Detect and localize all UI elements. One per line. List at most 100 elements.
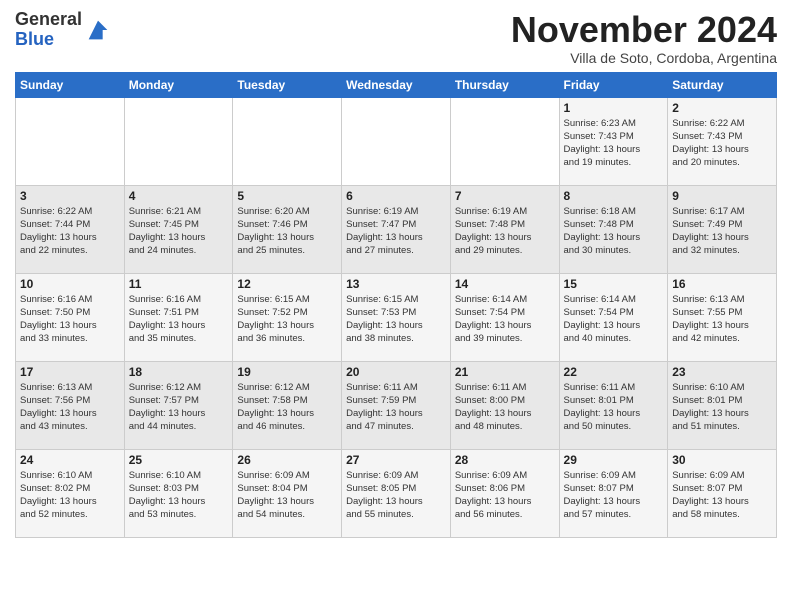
calendar-cell: 7Sunrise: 6:19 AM Sunset: 7:48 PM Daylig… <box>450 185 559 273</box>
day-info: Sunrise: 6:16 AM Sunset: 7:51 PM Dayligh… <box>129 293 229 346</box>
calendar-cell: 19 Sunrise: 6:12 AM Sunset: 7:58 PM Dayli… <box>233 361 342 449</box>
day-info: Sunrise: 6:10 AM Sunset: 8:03 PM Dayligh… <box>129 469 229 522</box>
day-info: Sunrise: 6:21 AM Sunset: 7:45 PM Dayligh… <box>129 205 229 258</box>
day-number: 28 <box>455 453 555 467</box>
day-info: Sunrise: 6:12 AM Sunset: 7:57 PM Dayligh… <box>129 381 229 434</box>
calendar-cell: 5 Sunrise: 6:20 AM Sunset: 7:46 PM Daylig… <box>233 185 342 273</box>
day-number: 30 <box>672 453 772 467</box>
day-info: Sunrise: 6:12 AM Sunset: 7:58 PM Dayligh… <box>237 381 337 434</box>
day-number: 1 <box>564 101 664 115</box>
calendar-cell: 17 Sunrise: 6:13 AM Sunset: 7:56 PM Dayli… <box>16 361 125 449</box>
calendar-cell: 14Sunrise: 6:14 AM Sunset: 7:54 PM Dayli… <box>450 273 559 361</box>
calendar-cell: 2Sunrise: 6:22 AM Sunset: 7:43 PM Daylig… <box>668 97 777 185</box>
day-info: Sunrise: 6:15 AM Sunset: 7:52 PM Dayligh… <box>237 293 337 346</box>
week-row-1: 1 Sunrise: 6:23 AM Sunset: 7:43 PM Daylig… <box>16 97 777 185</box>
day-number: 27 <box>346 453 446 467</box>
calendar-cell: 20 Sunrise: 6:11 AM Sunset: 7:59 PM Dayli… <box>342 361 451 449</box>
day-number: 9 <box>672 189 772 203</box>
calendar-cell: 21 Sunrise: 6:11 AM Sunset: 8:00 PM Dayli… <box>450 361 559 449</box>
calendar-cell: 8Sunrise: 6:18 AM Sunset: 7:48 PM Daylig… <box>559 185 668 273</box>
day-number: 19 <box>237 365 337 379</box>
day-info: Sunrise: 6:22 AM Sunset: 7:43 PM Dayligh… <box>672 117 772 170</box>
day-number: 6 <box>346 189 446 203</box>
day-number: 25 <box>129 453 229 467</box>
day-number: 5 <box>237 189 337 203</box>
day-info: Sunrise: 6:16 AM Sunset: 7:50 PM Dayligh… <box>20 293 120 346</box>
calendar-cell: 25 Sunrise: 6:10 AM Sunset: 8:03 PM Dayli… <box>124 449 233 537</box>
calendar-cell <box>16 97 125 185</box>
calendar-cell: 23Sunrise: 6:10 AM Sunset: 8:01 PM Dayli… <box>668 361 777 449</box>
weekday-header-wednesday: Wednesday <box>342 72 451 97</box>
day-number: 26 <box>237 453 337 467</box>
calendar-cell: 24 Sunrise: 6:10 AM Sunset: 8:02 PM Dayli… <box>16 449 125 537</box>
day-info: Sunrise: 6:09 AM Sunset: 8:07 PM Dayligh… <box>672 469 772 522</box>
day-info: Sunrise: 6:11 AM Sunset: 8:01 PM Dayligh… <box>564 381 664 434</box>
day-info: Sunrise: 6:19 AM Sunset: 7:48 PM Dayligh… <box>455 205 555 258</box>
day-number: 3 <box>20 189 120 203</box>
calendar-cell: 27 Sunrise: 6:09 AM Sunset: 8:05 PM Dayli… <box>342 449 451 537</box>
day-info: Sunrise: 6:10 AM Sunset: 8:02 PM Dayligh… <box>20 469 120 522</box>
day-info: Sunrise: 6:13 AM Sunset: 7:55 PM Dayligh… <box>672 293 772 346</box>
day-info: Sunrise: 6:09 AM Sunset: 8:07 PM Dayligh… <box>564 469 664 522</box>
day-info: Sunrise: 6:23 AM Sunset: 7:43 PM Dayligh… <box>564 117 664 170</box>
day-number: 4 <box>129 189 229 203</box>
day-number: 17 <box>20 365 120 379</box>
page-header: General Blue November 2024 Villa de Soto… <box>15 10 777 66</box>
weekday-header-tuesday: Tuesday <box>233 72 342 97</box>
day-number: 24 <box>20 453 120 467</box>
day-number: 10 <box>20 277 120 291</box>
day-number: 22 <box>564 365 664 379</box>
day-number: 14 <box>455 277 555 291</box>
calendar-cell: 30 Sunrise: 6:09 AM Sunset: 8:07 PM Dayli… <box>668 449 777 537</box>
day-info: Sunrise: 6:20 AM Sunset: 7:46 PM Dayligh… <box>237 205 337 258</box>
day-number: 13 <box>346 277 446 291</box>
day-info: Sunrise: 6:22 AM Sunset: 7:44 PM Dayligh… <box>20 205 120 258</box>
logo-icon <box>84 16 112 44</box>
calendar-cell: 16Sunrise: 6:13 AM Sunset: 7:55 PM Dayli… <box>668 273 777 361</box>
day-number: 21 <box>455 365 555 379</box>
calendar-cell: 3 Sunrise: 6:22 AM Sunset: 7:44 PM Daylig… <box>16 185 125 273</box>
day-info: Sunrise: 6:11 AM Sunset: 8:00 PM Dayligh… <box>455 381 555 434</box>
calendar-cell: 26Sunrise: 6:09 AM Sunset: 8:04 PM Dayli… <box>233 449 342 537</box>
weekday-header-thursday: Thursday <box>450 72 559 97</box>
day-number: 15 <box>564 277 664 291</box>
weekday-header-monday: Monday <box>124 72 233 97</box>
calendar-cell: 10 Sunrise: 6:16 AM Sunset: 7:50 PM Dayli… <box>16 273 125 361</box>
day-info: Sunrise: 6:15 AM Sunset: 7:53 PM Dayligh… <box>346 293 446 346</box>
title-block: November 2024 Villa de Soto, Cordoba, Ar… <box>511 10 777 66</box>
calendar-cell <box>450 97 559 185</box>
calendar-cell: 1 Sunrise: 6:23 AM Sunset: 7:43 PM Daylig… <box>559 97 668 185</box>
calendar-cell: 4 Sunrise: 6:21 AM Sunset: 7:45 PM Daylig… <box>124 185 233 273</box>
calendar-cell: 11 Sunrise: 6:16 AM Sunset: 7:51 PM Dayli… <box>124 273 233 361</box>
logo-general-text: General <box>15 9 82 29</box>
calendar-cell <box>124 97 233 185</box>
day-info: Sunrise: 6:09 AM Sunset: 8:05 PM Dayligh… <box>346 469 446 522</box>
day-info: Sunrise: 6:14 AM Sunset: 7:54 PM Dayligh… <box>564 293 664 346</box>
calendar-cell <box>233 97 342 185</box>
day-info: Sunrise: 6:17 AM Sunset: 7:49 PM Dayligh… <box>672 205 772 258</box>
day-number: 11 <box>129 277 229 291</box>
location-subtitle: Villa de Soto, Cordoba, Argentina <box>511 50 777 66</box>
day-info: Sunrise: 6:09 AM Sunset: 8:06 PM Dayligh… <box>455 469 555 522</box>
day-info: Sunrise: 6:11 AM Sunset: 7:59 PM Dayligh… <box>346 381 446 434</box>
calendar-cell: 18Sunrise: 6:12 AM Sunset: 7:57 PM Dayli… <box>124 361 233 449</box>
logo-blue-text: Blue <box>15 29 54 49</box>
weekday-header-saturday: Saturday <box>668 72 777 97</box>
month-title: November 2024 <box>511 10 777 50</box>
logo: General Blue <box>15 10 112 50</box>
day-info: Sunrise: 6:13 AM Sunset: 7:56 PM Dayligh… <box>20 381 120 434</box>
week-row-5: 24 Sunrise: 6:10 AM Sunset: 8:02 PM Dayli… <box>16 449 777 537</box>
day-number: 12 <box>237 277 337 291</box>
calendar-table: SundayMondayTuesdayWednesdayThursdayFrid… <box>15 72 777 538</box>
week-row-4: 17 Sunrise: 6:13 AM Sunset: 7:56 PM Dayli… <box>16 361 777 449</box>
weekday-header-sunday: Sunday <box>16 72 125 97</box>
day-info: Sunrise: 6:19 AM Sunset: 7:47 PM Dayligh… <box>346 205 446 258</box>
calendar-cell: 15 Sunrise: 6:14 AM Sunset: 7:54 PM Dayli… <box>559 273 668 361</box>
day-number: 20 <box>346 365 446 379</box>
weekday-header-friday: Friday <box>559 72 668 97</box>
calendar-cell: 12 Sunrise: 6:15 AM Sunset: 7:52 PM Dayli… <box>233 273 342 361</box>
calendar-cell: 29Sunrise: 6:09 AM Sunset: 8:07 PM Dayli… <box>559 449 668 537</box>
day-number: 8 <box>564 189 664 203</box>
calendar-cell <box>342 97 451 185</box>
week-row-3: 10 Sunrise: 6:16 AM Sunset: 7:50 PM Dayli… <box>16 273 777 361</box>
